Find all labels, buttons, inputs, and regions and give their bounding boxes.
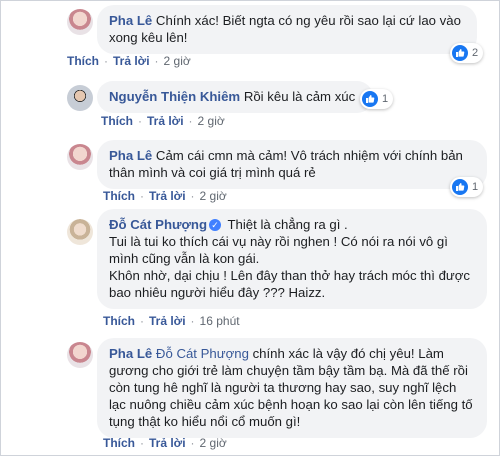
avatar[interactable] xyxy=(67,144,93,170)
comment-text: Rồi kêu là cảm xúc xyxy=(243,89,356,104)
reaction-summary[interactable]: 1 xyxy=(360,89,394,109)
like-link[interactable]: Thích xyxy=(103,436,135,450)
like-link[interactable]: Thích xyxy=(101,114,133,128)
comment-actions: Thích · Trả lời · 16 phút xyxy=(103,314,240,328)
comment-actions: Thích · Trả lời · 2 giờ xyxy=(103,189,227,203)
comment-bubble: Nguyễn Thiện Khiêm Rồi kêu là cảm xúc xyxy=(97,81,373,113)
reaction-summary[interactable]: 2 xyxy=(450,43,484,63)
reply-link[interactable]: Trả lời xyxy=(149,314,186,328)
avatar[interactable] xyxy=(67,342,93,368)
comment-text: Cảm cái cmn mà cảm! Vô trách nhiệm với c… xyxy=(109,148,463,180)
comment-author[interactable]: Nguyễn Thiện Khiêm xyxy=(109,89,240,104)
comment-author[interactable]: Đỗ Cát Phượng xyxy=(109,217,207,232)
comment-thread: Pha Lê Chính xác! Biết ngta có ng yêu rồ… xyxy=(0,0,500,456)
comment-actions: Thích · Trả lời · 2 giờ xyxy=(67,54,191,68)
comment-text-line: Thiệt là chẳng ra gì . xyxy=(227,217,348,232)
comment-bubble: Pha Lê Chính xác! Biết ngta có ng yêu rồ… xyxy=(97,5,477,54)
like-icon xyxy=(362,91,378,107)
like-link[interactable]: Thích xyxy=(67,54,99,68)
reaction-count: 1 xyxy=(382,93,389,105)
comment-bubble: Pha Lê Đỗ Cát Phượng chính xác là vậy đó… xyxy=(97,338,487,438)
comment-bubble: Đỗ Cát Phượng ✓ Thiệt là chẳng ra gì . Tu… xyxy=(97,209,487,309)
avatar[interactable] xyxy=(67,219,93,245)
comment-author[interactable]: Pha Lê xyxy=(109,13,152,28)
avatar[interactable] xyxy=(67,85,93,111)
comment-actions: Thích · Trả lời · 2 giờ xyxy=(103,436,227,450)
reply-link[interactable]: Trả lời xyxy=(147,114,184,128)
comment-author[interactable]: Pha Lê xyxy=(109,346,152,361)
reaction-summary[interactable]: 1 xyxy=(450,177,484,197)
reaction-count: 2 xyxy=(472,47,479,59)
comment-time[interactable]: 2 giờ xyxy=(164,54,191,68)
reply-link[interactable]: Trả lời xyxy=(149,436,186,450)
comment-time[interactable]: 2 giờ xyxy=(200,189,227,203)
comment-author[interactable]: Pha Lê xyxy=(109,148,152,163)
reaction-count: 1 xyxy=(472,181,479,193)
comment-time[interactable]: 2 giờ xyxy=(198,114,225,128)
reply-link[interactable]: Trả lời xyxy=(113,54,150,68)
mentioned-user-link[interactable]: Đỗ Cát Phượng xyxy=(156,346,249,361)
like-link[interactable]: Thích xyxy=(103,189,135,203)
like-link[interactable]: Thích xyxy=(103,314,135,328)
comment-time[interactable]: 16 phút xyxy=(200,314,240,328)
like-icon xyxy=(452,179,468,195)
comment-text-line: Tui là tui ko thích cái vụ này rồi nghen… xyxy=(109,234,448,266)
comment-text: Chính xác! Biết ngta có ng yêu rồi sao l… xyxy=(109,13,461,45)
comment-time[interactable]: 2 giờ xyxy=(200,436,227,450)
comment-bubble: Pha Lê Cảm cái cmn mà cảm! Vô trách nhiệ… xyxy=(97,140,487,189)
like-icon xyxy=(452,45,468,61)
comment-text-line: Khôn nhờ, dại chịu ! Lên đây than thở ha… xyxy=(109,268,471,300)
reply-link[interactable]: Trả lời xyxy=(149,189,186,203)
avatar[interactable] xyxy=(67,9,93,35)
verified-badge-icon: ✓ xyxy=(209,219,222,231)
comment-actions: Thích · Trả lời · 2 giờ xyxy=(101,114,225,128)
